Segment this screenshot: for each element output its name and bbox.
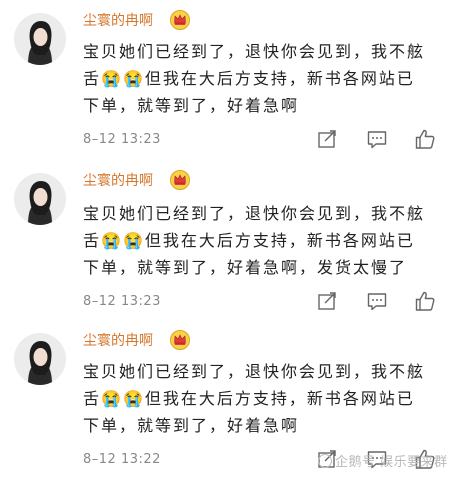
share-edit-icon[interactable] — [316, 128, 338, 150]
penguin-icon — [318, 454, 332, 468]
comment-icon[interactable] — [366, 290, 388, 312]
username[interactable]: 尘寰的冉啊 — [83, 170, 153, 192]
crown-icon — [170, 330, 190, 350]
crown-icon — [170, 10, 190, 30]
comment-text: 宝贝她们已经到了，退快你会见到，我不舷 舌😭😭但我在大后方支持，新书各网站已 下单，… — [83, 358, 455, 439]
comment-line: 下单，就等到了，好着急啊，发货太慢了 — [83, 258, 408, 277]
timestamp: 8–12 13:22 — [83, 452, 161, 467]
comment-line: 宝贝她们已经到了，退快你会见到，我不舷 — [83, 362, 426, 381]
share-edit-icon[interactable] — [316, 290, 338, 312]
comment-line: 宝贝她们已经到了，退快你会见到，我不舷 — [83, 42, 426, 61]
avatar[interactable] — [14, 173, 66, 225]
comment-text: 宝贝她们已经到了，退快你会见到，我不舷 舌😭😭但我在大后方支持，新书各网站已 下单，… — [83, 38, 455, 119]
comment-line: 舌😭😭但我在大后方支持，新书各网站已 — [83, 231, 415, 250]
username[interactable]: 尘寰的冉啊 — [83, 330, 153, 352]
timestamp: 8–12 13:23 — [83, 294, 161, 309]
avatar[interactable] — [14, 333, 66, 385]
comment-item: 尘寰的冉啊 宝贝她们已经到了，退快你会见到，我不舷 舌😭😭但我在大后方支持，新书各… — [0, 160, 466, 320]
comment-line: 下单，就等到了，好着急啊 — [83, 96, 300, 115]
thumbs-up-icon[interactable] — [414, 290, 436, 312]
timestamp: 8–12 13:23 — [83, 132, 161, 147]
comment-item: 尘寰的冉啊 宝贝她们已经到了，退快你会见到，我不舷 舌😭😭但我在大后方支持，新书各… — [0, 0, 466, 160]
comment-line: 下单，就等到了，好着急啊 — [83, 416, 300, 435]
comment-line: 舌😭😭但我在大后方支持，新书各网站已 — [83, 69, 415, 88]
comment-text: 宝贝她们已经到了，退快你会见到，我不舷 舌😭😭但我在大后方支持，新书各网站已 下单，… — [83, 200, 455, 281]
comment-line: 宝贝她们已经到了，退快你会见到，我不舷 — [83, 204, 426, 223]
avatar[interactable] — [14, 13, 66, 65]
watermark: 企鹅号 娱乐要来群 — [318, 451, 448, 470]
comment-icon[interactable] — [366, 128, 388, 150]
comment-line: 舌😭😭但我在大后方支持，新书各网站已 — [83, 389, 415, 408]
username[interactable]: 尘寰的冉啊 — [83, 10, 153, 32]
thumbs-up-icon[interactable] — [414, 128, 436, 150]
crown-icon — [170, 170, 190, 190]
